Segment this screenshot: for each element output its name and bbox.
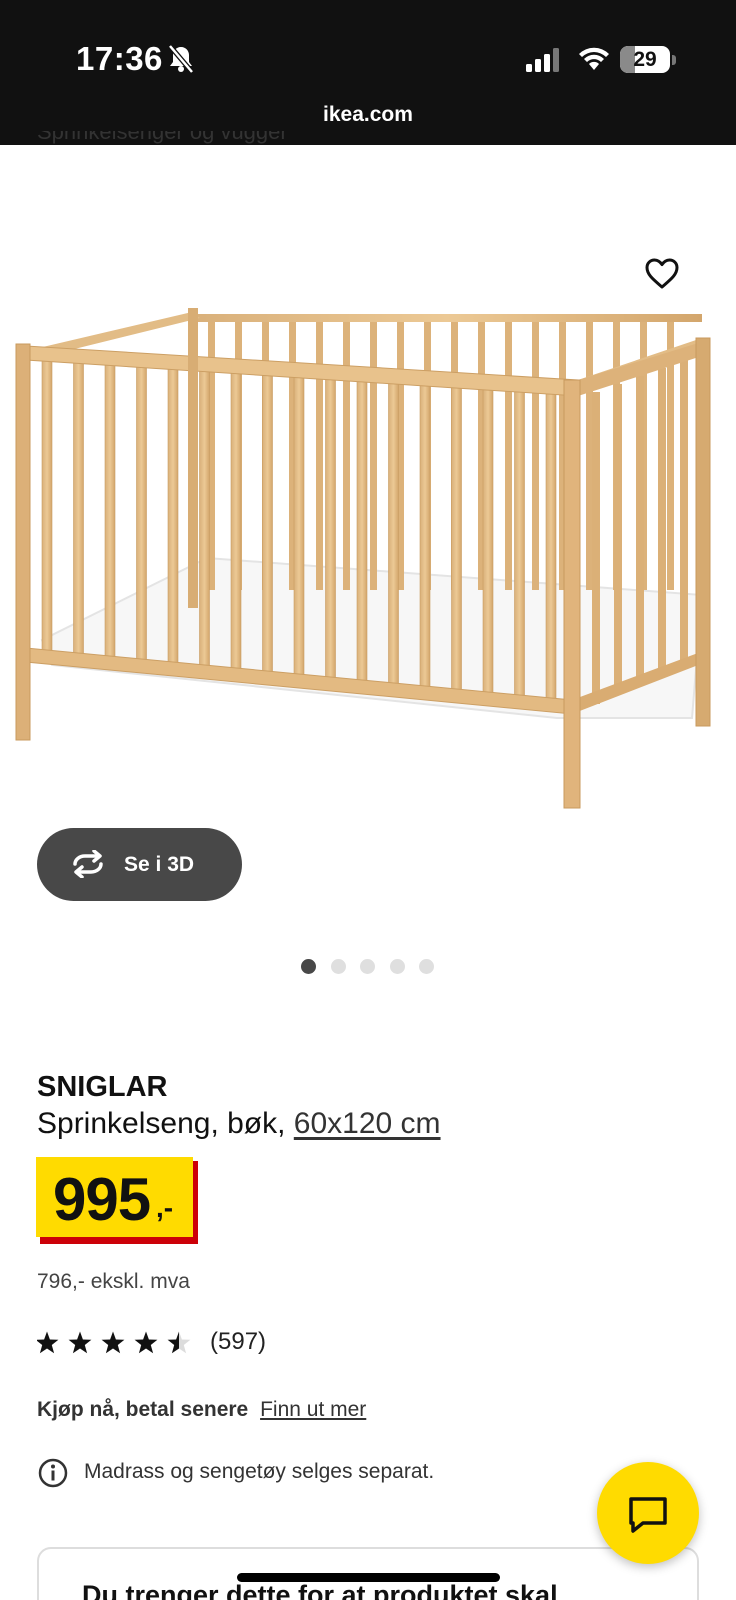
status-time: 17:36 bbox=[76, 40, 163, 77]
product-image-crib[interactable] bbox=[12, 300, 728, 830]
carousel-dot[interactable] bbox=[301, 959, 316, 974]
price-suffix: ,- bbox=[156, 1192, 174, 1223]
battery-cap bbox=[672, 55, 676, 65]
battery-icon: 29 bbox=[620, 46, 670, 73]
view-3d-label: Se i 3D bbox=[124, 853, 195, 876]
carousel-dot[interactable] bbox=[389, 959, 405, 974]
notice-text: Madrass og sengetøy selges separat. bbox=[84, 1460, 435, 1483]
rating-star-icon bbox=[101, 1331, 125, 1354]
price-tag: 995 ,- bbox=[36, 1157, 193, 1237]
price-integer: 995 bbox=[53, 1166, 151, 1233]
battery-percentage: 29 bbox=[633, 48, 657, 71]
financing-row: Kjøp nå, betal senere Finn ut mer bbox=[37, 1398, 366, 1422]
rating-star-icon bbox=[167, 1331, 191, 1354]
status-bar: 17:36 29 ikea.com bbox=[0, 0, 736, 145]
carousel-dot[interactable] bbox=[330, 959, 346, 974]
rating-star-icon bbox=[37, 1331, 59, 1354]
required-items-title: Du trenger dette for at produktet skal bbox=[82, 1580, 558, 1600]
carousel-dot[interactable] bbox=[419, 959, 434, 974]
breadcrumb-label[interactable]: Sprinkelsenger og vugger bbox=[37, 131, 288, 143]
financing-label: Kjøp nå, betal senere bbox=[37, 1398, 249, 1421]
wifi-icon bbox=[579, 47, 609, 70]
cellular-signal-icon bbox=[526, 48, 559, 72]
bell-slash-icon bbox=[168, 44, 194, 74]
rating-star-icon bbox=[134, 1331, 158, 1354]
price-ex-vat: 796,- ekskl. mva bbox=[37, 1270, 190, 1293]
breadcrumb[interactable]: Sprinkelsenger og vugger bbox=[37, 131, 288, 153]
rating-stars[interactable] bbox=[37, 1330, 197, 1356]
info-circle-icon bbox=[38, 1458, 68, 1488]
rating-star-icon bbox=[68, 1331, 92, 1354]
rotate-3d-icon bbox=[73, 850, 103, 878]
product-description: Sprinkelseng, bøk, 60x120 cm bbox=[37, 1107, 441, 1141]
heart-outline-icon[interactable] bbox=[644, 256, 680, 292]
home-indicator[interactable] bbox=[237, 1573, 500, 1582]
financing-link[interactable]: Finn ut mer bbox=[260, 1398, 366, 1421]
size-link[interactable]: 60x120 cm bbox=[294, 1107, 441, 1140]
address-bar-domain[interactable]: ikea.com bbox=[0, 103, 736, 127]
rating-count[interactable]: (597) bbox=[210, 1328, 266, 1356]
view-3d-button[interactable]: Se i 3D bbox=[37, 828, 242, 901]
product-name: SNIGLAR bbox=[37, 1071, 168, 1103]
carousel-dot[interactable] bbox=[360, 959, 375, 974]
product-type: Sprinkelseng, bøk, bbox=[37, 1107, 294, 1140]
chat-button[interactable] bbox=[597, 1462, 699, 1564]
chat-bubble-icon bbox=[629, 1497, 667, 1533]
